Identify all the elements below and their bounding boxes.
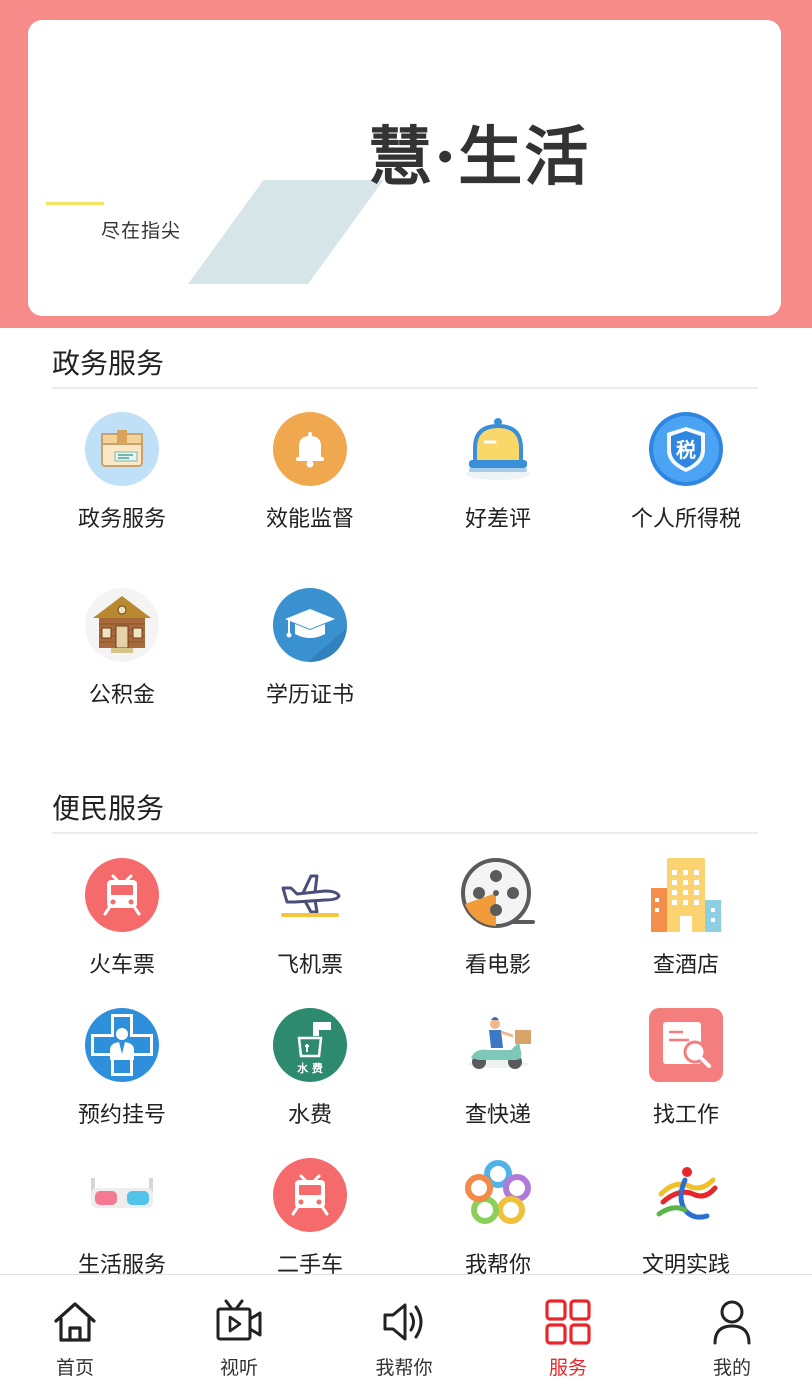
convenience-section-title: 便民服务 [52,792,165,825]
bell-icon [273,412,347,486]
service-label: 学历证书 [265,683,354,708]
banner-accent-line [46,202,104,205]
ribbon-figure-icon [649,1158,723,1232]
train-icon [85,858,159,932]
service-label: 火车票 [88,953,155,978]
service-label: 看电影 [464,953,531,978]
service-hospital-appointment[interactable]: 预约挂号 [28,1008,216,1130]
3d-glasses-icon [85,1158,159,1232]
service-plane-ticket[interactable]: 飞机票 [216,858,404,980]
tab-home[interactable]: 首页 [0,1275,156,1384]
airplane-icon [273,858,347,932]
graduation-cap-icon [273,588,347,662]
service-label: 政务服务 [77,507,166,532]
doctor-icon [85,1008,159,1082]
resume-search-icon [649,1008,723,1082]
service-label: 水费 [287,1103,332,1128]
tab-label: 服务 [548,1357,587,1379]
service-gov-affairs[interactable]: 政务服务 [28,412,216,534]
service-hotel[interactable]: 查酒店 [592,858,780,980]
tab-label: 视听 [219,1357,258,1379]
service-label: 预约挂号 [77,1103,166,1128]
service-water-bill[interactable]: 水 费 水费 [216,1008,404,1130]
service-help-you[interactable]: 我帮你 [404,1158,592,1274]
service-express[interactable]: 查快递 [404,1008,592,1130]
package-box-icon [85,412,159,486]
service-label: 查快递 [464,1103,531,1128]
gov-divider [52,387,758,389]
film-reel-icon [461,858,535,932]
service-job-search[interactable]: 找工作 [592,1008,780,1130]
service-label: 文明实践 [641,1253,730,1274]
service-label: 飞机票 [276,953,343,978]
service-housing-fund[interactable]: 公积金 [28,588,216,710]
video-icon [216,1299,262,1341]
tab-label: 首页 [55,1357,94,1379]
user-icon [713,1300,751,1345]
service-education-certificate[interactable]: 学历证书 [216,588,404,710]
banner-title: 慧·生活 [368,120,591,195]
banner-slogan: 尽在指尖 [101,220,182,242]
tab-help-you[interactable]: 我帮你 [323,1275,485,1384]
tab-label: 我的 [712,1357,751,1379]
service-label: 个人所得税 [631,507,742,532]
service-train-ticket[interactable]: 火车票 [28,858,216,980]
tab-mine[interactable]: 我的 [651,1275,812,1384]
bottom-tab-bar: 首页 视听 我帮你 服务 我的 [0,1274,812,1384]
service-label: 公积金 [88,683,155,708]
convenience-divider [52,832,758,834]
grid-icon [545,1299,591,1345]
flower-ring-icon [461,1158,535,1232]
service-used-car[interactable]: 二手车 [216,1158,404,1274]
tax-shield-icon: 税 [649,412,723,486]
service-label: 查酒店 [652,953,719,978]
home-icon [54,1302,96,1342]
banner-decoration [188,180,384,284]
gov-section-title: 政务服务 [52,347,165,380]
service-label: 生活服务 [77,1253,166,1274]
service-label: 找工作 [652,1103,719,1128]
services-content[interactable]: 政务服务 政务服务 效能监督 好差评 税 个人所得税 公积金 学历证书 便民服务… [0,328,812,1274]
house-icon [85,588,159,662]
tab-audio-video[interactable]: 视听 [158,1275,320,1384]
service-label: 二手车 [276,1253,343,1274]
bus-icon [273,1158,347,1232]
service-life[interactable]: 生活服务 [28,1158,216,1274]
hotel-icon [649,858,723,932]
service-civilization-practice[interactable]: 文明实践 [592,1158,780,1274]
tab-services[interactable]: 服务 [487,1275,649,1384]
service-label: 好差评 [464,507,531,532]
tab-label: 我帮你 [375,1357,433,1379]
service-efficiency-supervision[interactable]: 效能监督 [216,412,404,534]
service-label: 我帮你 [464,1253,531,1274]
service-movie[interactable]: 看电影 [404,858,592,980]
water-tap-icon: 水 费 [273,1008,347,1082]
service-personal-income-tax[interactable]: 税 个人所得税 [592,412,780,534]
tax-icon-text: 税 [676,438,696,462]
banner[interactable]: 尽在指尖 慧·生活 [28,20,781,316]
service-good-bad-review[interactable]: 好差评 [404,412,592,534]
service-label: 效能监督 [265,507,354,532]
desk-bell-icon [461,412,535,486]
water-icon-text: 水 费 [297,1062,323,1075]
delivery-scooter-icon [461,1008,535,1082]
speaker-icon [383,1303,423,1341]
